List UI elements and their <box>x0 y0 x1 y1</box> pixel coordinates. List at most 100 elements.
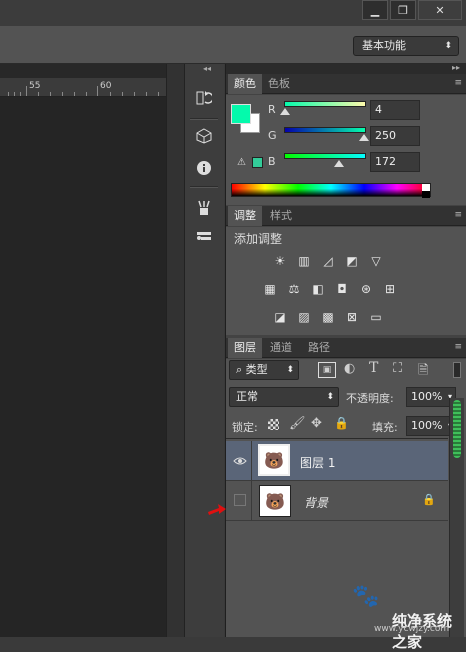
lock-all-icon[interactable]: 🔒 <box>334 416 349 430</box>
channel-label: R <box>268 103 276 116</box>
photo-filter-icon[interactable]: ◘ <box>334 282 350 296</box>
channel-slider[interactable] <box>284 127 366 133</box>
foreground-color-swatch[interactable] <box>231 104 251 124</box>
horizontal-ruler[interactable]: 55 60 <box>0 78 166 97</box>
threshold-icon[interactable]: ▩ <box>320 310 336 324</box>
blend-mode-select[interactable]: 正常 ⬍ <box>229 387 339 407</box>
layer-filter-select[interactable]: ⌕ 类型 ⬍ <box>229 360 299 380</box>
watermark-url: www.ycwjzy.com <box>374 624 450 634</box>
workspace-switcher[interactable]: 基本功能 ⬍ <box>353 36 459 56</box>
curves-icon[interactable]: ◿ <box>320 254 336 268</box>
layer-row-background[interactable]: 🐻 背景 🔒 <box>226 481 448 521</box>
panel-column-header: ▸▸ <box>226 63 466 74</box>
type-layer-filter-icon[interactable]: T <box>369 360 378 376</box>
selective-color-icon[interactable]: ⊠ <box>344 310 360 324</box>
opacity-value: 100% <box>411 390 443 403</box>
workspace-label: 基本功能 <box>362 39 406 52</box>
channel-label: B <box>268 155 276 168</box>
updown-arrow-icon: ⬍ <box>444 41 452 51</box>
tab-styles[interactable]: 样式 <box>264 206 298 226</box>
scroll-thumb[interactable] <box>453 400 461 458</box>
filter-toggle-switch[interactable] <box>453 362 461 378</box>
brush-presets-icon[interactable] <box>190 196 218 220</box>
row-divider <box>251 441 252 481</box>
minimize-button[interactable]: ▁ <box>362 0 388 20</box>
exposure-icon[interactable]: ◩ <box>344 254 360 268</box>
slider-thumb[interactable] <box>359 134 370 141</box>
3d-cube-icon[interactable] <box>190 124 218 148</box>
search-icon: ⌕ <box>236 363 243 376</box>
tab-layers[interactable]: 图层 <box>228 338 262 358</box>
slider-thumb[interactable] <box>333 160 344 167</box>
color-balance-icon[interactable]: ⚖ <box>286 282 302 296</box>
panel-icon-dock <box>184 64 224 637</box>
layers-scrollbar[interactable] <box>449 398 464 637</box>
eye-icon[interactable] <box>232 453 248 469</box>
layer-thumbnail: 🐻 <box>259 485 291 517</box>
tab-paths[interactable]: 路径 <box>302 338 336 358</box>
spectrum-bar[interactable] <box>231 183 431 198</box>
gamut-warning-icon[interactable]: ⚠ <box>237 157 246 168</box>
layers-panel-tabs: 图层 通道 路径 ≡ <box>226 338 466 358</box>
close-button[interactable]: ✕ <box>418 0 462 20</box>
channel-label: G <box>268 129 277 142</box>
adjustments-panel-tabs: 调整 样式 ≡ <box>226 206 466 226</box>
channel-slider[interactable] <box>284 101 366 107</box>
tab-channels[interactable]: 通道 <box>264 338 298 358</box>
pixel-layer-filter-icon[interactable]: ▣ <box>318 362 336 378</box>
restore-button[interactable]: ❐ <box>390 0 416 20</box>
vibrance-icon[interactable]: ▽ <box>368 254 384 268</box>
tab-adjustments[interactable]: 调整 <box>228 206 262 226</box>
red-arrow-pointer-icon <box>207 502 227 519</box>
channel-slider[interactable] <box>284 153 366 159</box>
channel-mixer-icon[interactable]: ⊛ <box>358 282 374 296</box>
tab-swatches[interactable]: 色板 <box>262 74 296 94</box>
lock-label: 锁定: <box>232 421 258 434</box>
paw-logo-icon: 🐾 <box>352 584 380 609</box>
black-white-icon[interactable]: ◧ <box>310 282 326 296</box>
lock-position-icon[interactable]: ✥ <box>311 416 322 431</box>
vertical-scrollbar[interactable] <box>166 64 184 637</box>
smart-object-filter-icon[interactable]: 🗎 <box>418 361 428 383</box>
web-safe-swatch[interactable] <box>252 157 263 168</box>
slider-thumb[interactable] <box>280 108 291 115</box>
lock-transparent-pixels-icon[interactable] <box>268 419 279 430</box>
channel-value-input[interactable]: 172 <box>370 152 420 172</box>
tool-presets-icon[interactable] <box>190 224 218 248</box>
hue-saturation-icon[interactable]: ▦ <box>262 282 278 296</box>
posterize-icon[interactable]: ▨ <box>296 310 312 324</box>
panel-menu-icon[interactable]: ≡ <box>454 210 462 220</box>
collapse-panels-icon[interactable]: ▸▸ <box>452 63 460 72</box>
info-icon[interactable] <box>190 156 218 180</box>
opacity-label: 不透明度: <box>346 392 394 405</box>
panel-menu-icon[interactable]: ≡ <box>454 78 462 88</box>
layer-name[interactable]: 图层 1 <box>300 454 335 471</box>
invert-icon[interactable]: ◪ <box>272 310 288 324</box>
ruler-mark: 55 <box>29 81 41 91</box>
collapse-dock-icon[interactable]: ◂◂ <box>190 64 224 74</box>
levels-icon[interactable]: ▥ <box>296 254 312 268</box>
layers-divider <box>226 438 448 439</box>
lock-image-pixels-icon[interactable]: 🖌 <box>289 416 306 431</box>
history-icon[interactable] <box>190 86 218 110</box>
canvas-pasteboard[interactable] <box>0 97 166 637</box>
shape-layer-filter-icon[interactable]: ⛶ <box>393 361 402 376</box>
updown-arrow-icon: ⬍ <box>326 392 334 402</box>
channel-value-input[interactable]: 250 <box>370 126 420 146</box>
layer-filter-label: 类型 <box>245 363 268 376</box>
row-divider <box>251 481 252 521</box>
fill-value: 100% <box>411 419 443 432</box>
color-lookup-icon[interactable]: ⊞ <box>382 282 398 296</box>
visibility-checkbox[interactable] <box>234 494 246 506</box>
tab-color[interactable]: 颜色 <box>228 74 262 94</box>
layer-row-layer-1[interactable]: 🐻 图层 1 <box>226 441 448 481</box>
gradient-map-icon[interactable]: ▭ <box>368 310 384 324</box>
channel-value-input[interactable]: 4 <box>370 100 420 120</box>
lock-icon: 🔒 <box>422 493 436 506</box>
panel-menu-icon[interactable]: ≡ <box>454 342 462 352</box>
layer-thumbnail: 🐻 <box>258 444 290 476</box>
brightness-icon[interactable]: ☀ <box>272 254 288 268</box>
adjustment-layer-filter-icon[interactable]: ◐ <box>344 361 355 376</box>
layer-name[interactable]: 背景 <box>304 494 328 511</box>
adjustments-title: 添加调整 <box>234 232 283 246</box>
